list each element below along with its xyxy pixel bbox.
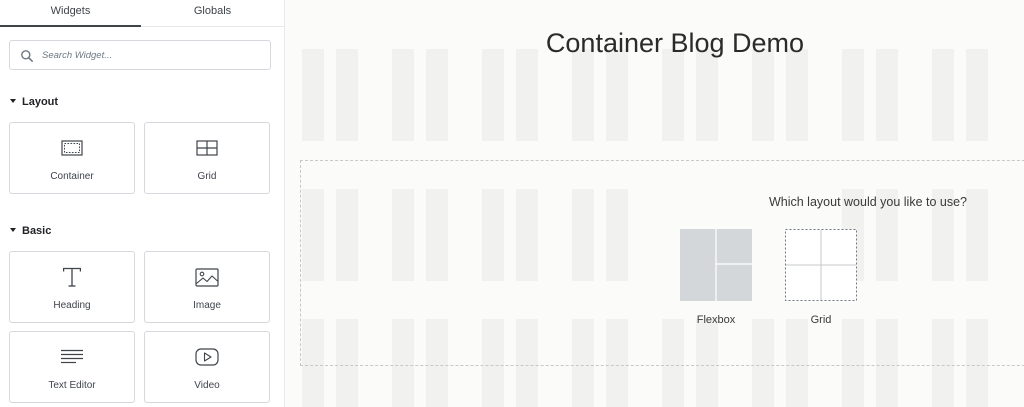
widget-video[interactable]: Video bbox=[144, 331, 270, 403]
panel-tabs: Widgets Globals bbox=[0, 0, 284, 27]
widget-grid[interactable]: Grid bbox=[144, 122, 270, 194]
heading-icon bbox=[10, 266, 134, 288]
grid-layout-icon bbox=[785, 229, 857, 301]
layout-option-grid-label: Grid bbox=[810, 314, 832, 326]
video-icon bbox=[145, 346, 269, 368]
layout-dropzone[interactable]: Which layout would you like to use? Flex… bbox=[300, 160, 1024, 366]
search-widget-input[interactable] bbox=[42, 41, 267, 69]
image-icon bbox=[145, 266, 269, 288]
widget-search-box bbox=[9, 40, 271, 70]
widget-heading-label: Heading bbox=[53, 300, 91, 311]
layout-question: Which layout would you like to use? bbox=[768, 195, 968, 209]
tab-widgets[interactable]: Widgets bbox=[0, 0, 141, 27]
category-basic-label: Basic bbox=[22, 225, 52, 237]
layout-option-flexbox-label: Flexbox bbox=[696, 314, 736, 326]
container-icon bbox=[10, 137, 134, 159]
widget-text-editor[interactable]: Text Editor bbox=[9, 331, 135, 403]
tab-globals[interactable]: Globals bbox=[141, 0, 284, 27]
widget-grid-label: Grid bbox=[197, 171, 217, 182]
widget-text-editor-label: Text Editor bbox=[48, 380, 96, 391]
widget-container[interactable]: Container bbox=[9, 122, 135, 194]
category-basic-toggle[interactable]: Basic bbox=[10, 225, 51, 237]
widget-container-label: Container bbox=[50, 171, 94, 182]
category-layout-label: Layout bbox=[22, 96, 59, 108]
caret-down-icon bbox=[10, 99, 16, 103]
widget-heading[interactable]: Heading bbox=[9, 251, 135, 323]
search-icon bbox=[21, 50, 33, 62]
grid-icon bbox=[145, 137, 269, 159]
widgets-panel: Widgets Globals Layout Container bbox=[0, 0, 285, 407]
preview-canvas: Container Blog Demo Which layout would y… bbox=[285, 0, 1024, 407]
widget-video-label: Video bbox=[194, 380, 220, 391]
widget-image-label: Image bbox=[193, 300, 221, 311]
caret-down-icon bbox=[10, 228, 16, 232]
text-editor-icon bbox=[10, 346, 134, 368]
widget-image[interactable]: Image bbox=[144, 251, 270, 323]
flexbox-layout-icon bbox=[680, 229, 752, 301]
category-layout-toggle[interactable]: Layout bbox=[10, 96, 58, 108]
page-title: Container Blog Demo bbox=[545, 28, 805, 58]
